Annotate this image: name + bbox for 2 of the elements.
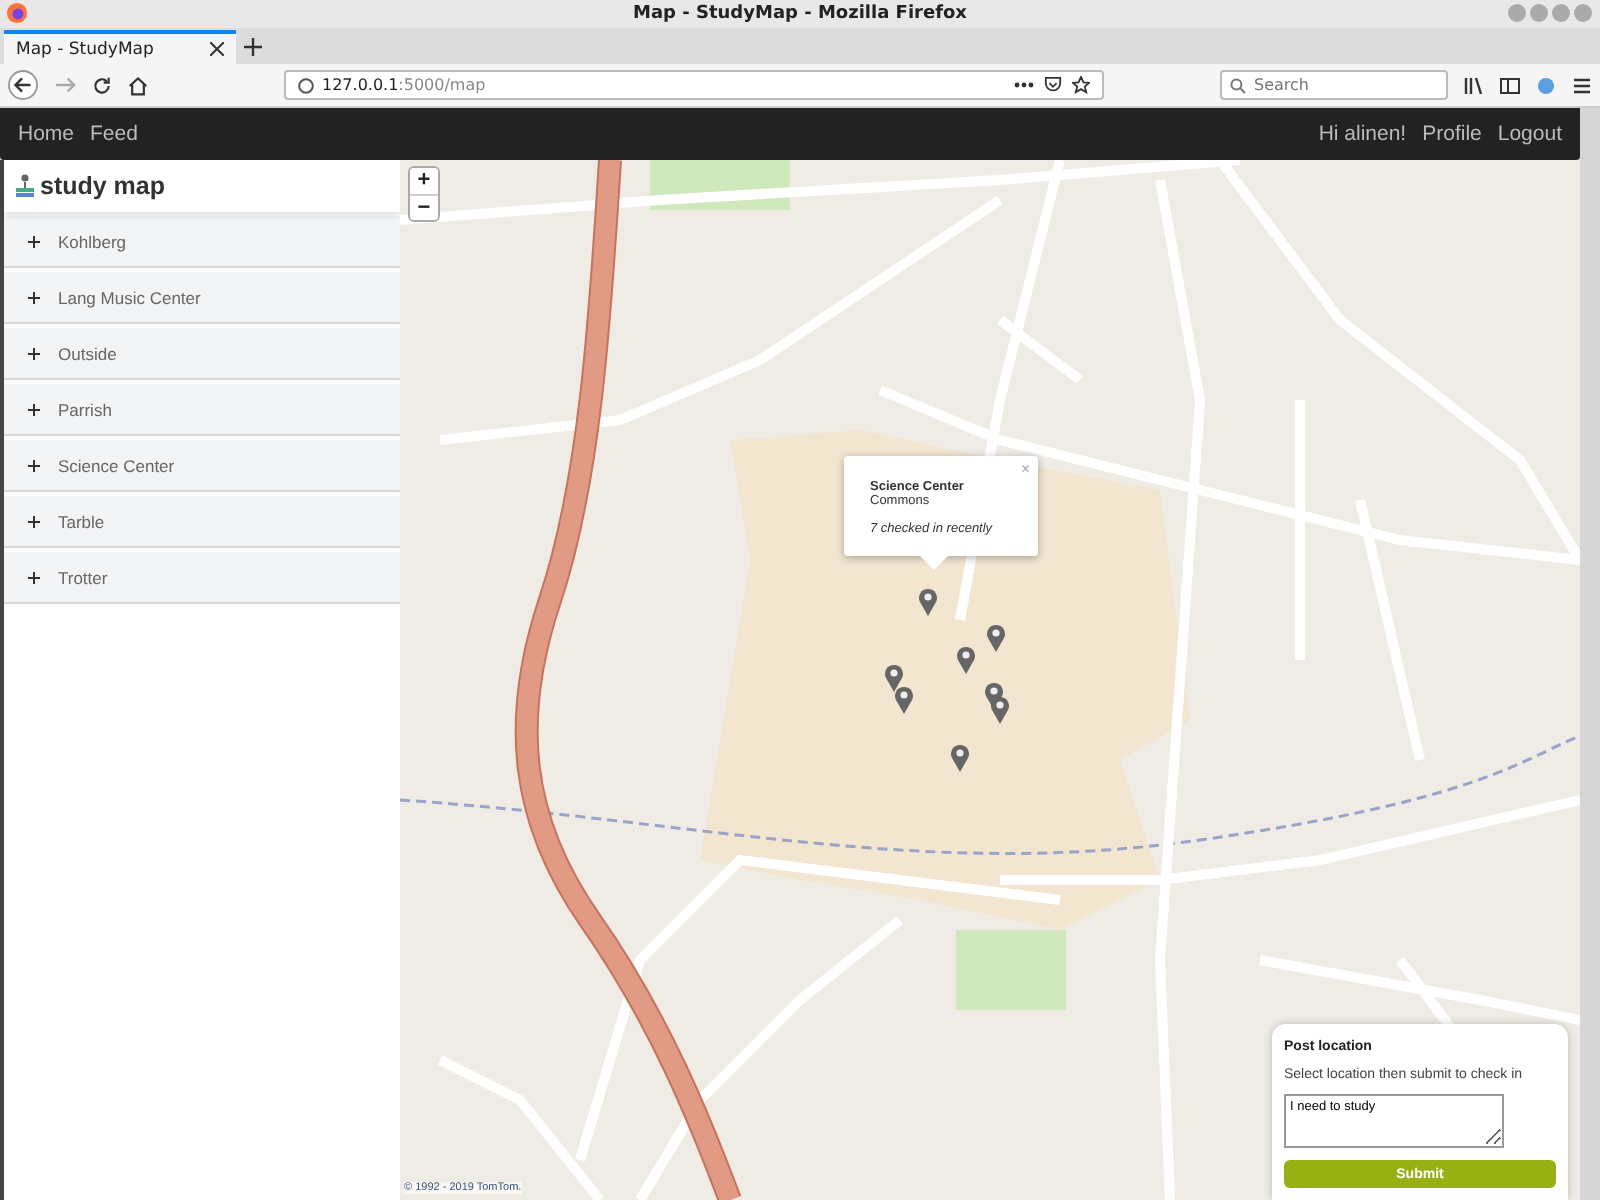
greeting-text: Hi alinen! [1318, 122, 1407, 146]
window-title: Map - StudyMap - Mozilla Firefox [633, 4, 967, 24]
